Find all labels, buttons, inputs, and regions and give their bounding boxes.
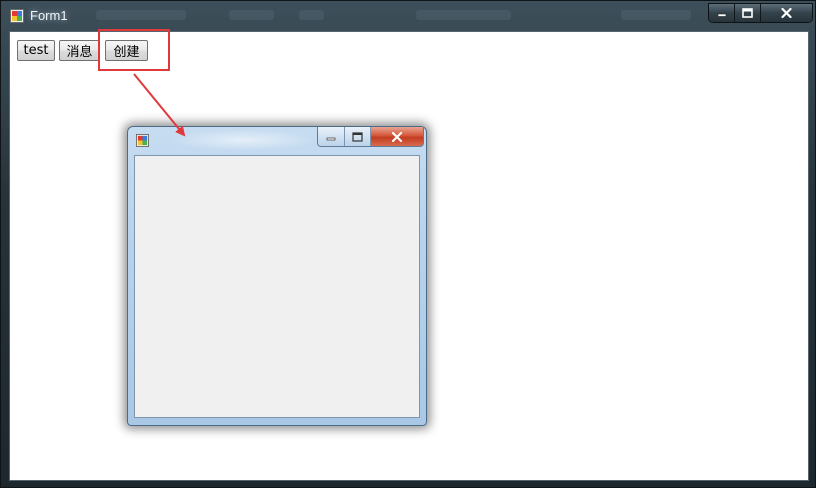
maximize-button[interactable]	[735, 4, 761, 22]
close-button[interactable]	[761, 4, 812, 22]
blurred-background-strip	[96, 10, 186, 20]
blurred-background-strip	[621, 10, 691, 20]
caption-buttons	[708, 3, 813, 23]
maximize-icon	[352, 131, 363, 142]
close-icon	[781, 8, 792, 18]
blurred-background-strip	[299, 10, 324, 20]
minimize-button[interactable]	[709, 4, 735, 22]
blurred-background-strip	[416, 10, 511, 20]
minimize-icon	[717, 13, 726, 17]
maximize-icon	[742, 8, 753, 18]
child-minimize-button[interactable]	[318, 127, 345, 146]
highlight-box	[98, 29, 170, 71]
child-client-area	[134, 155, 420, 418]
child-caption-buttons	[317, 127, 424, 147]
blurred-background-strip	[229, 10, 274, 20]
title-bar[interactable]: Form1	[1, 1, 816, 31]
close-icon	[391, 131, 403, 142]
child-maximize-button[interactable]	[345, 127, 371, 146]
form-client-area: test 消息 创建	[9, 29, 809, 481]
test-button[interactable]: test	[17, 40, 55, 61]
minimize-icon	[326, 137, 336, 140]
child-window[interactable]	[127, 126, 427, 426]
window-title: Form1	[30, 8, 68, 23]
app-icon	[10, 9, 24, 23]
message-button[interactable]: 消息	[59, 40, 100, 61]
main-window-frame: Form1 test 消息 创建	[0, 0, 816, 488]
child-close-button[interactable]	[371, 127, 423, 146]
title-glow	[168, 129, 318, 151]
child-app-icon	[136, 134, 149, 147]
